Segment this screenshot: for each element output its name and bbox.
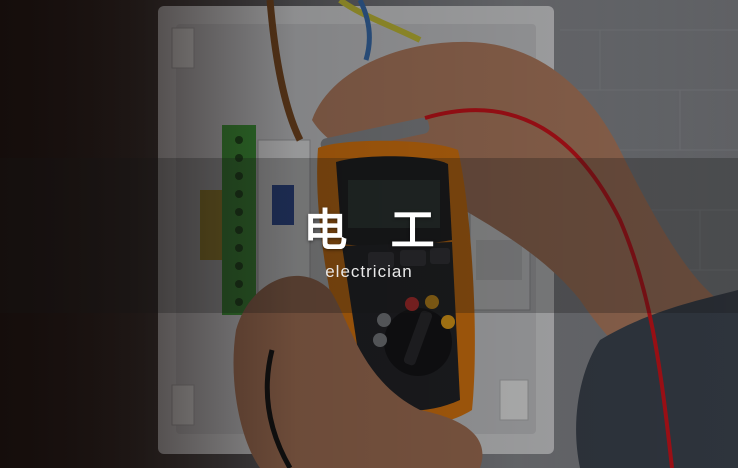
category-subtitle: electrician	[325, 262, 413, 281]
photo-background: 电 工 electrician	[0, 0, 738, 468]
category-title: 电 工	[303, 205, 449, 256]
